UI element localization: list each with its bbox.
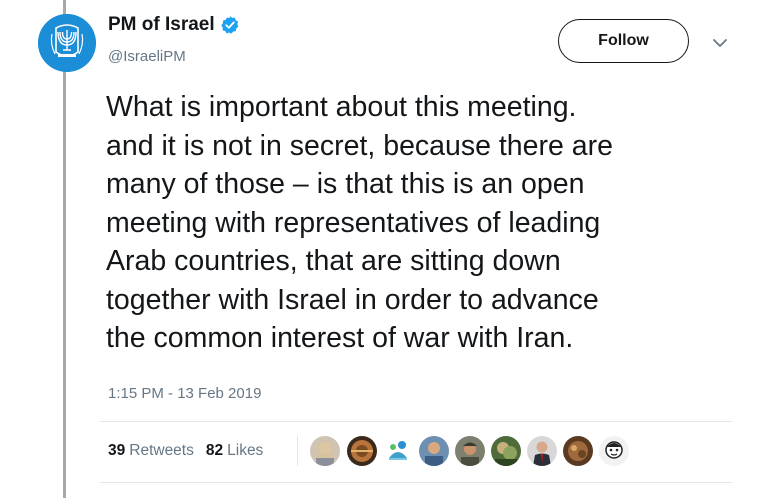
- likes-stat[interactable]: 82 Likes: [206, 442, 263, 460]
- tweet-text: What is important about this meeting. an…: [106, 88, 746, 358]
- tweet-text-line: and it is not in secret, because there a…: [106, 129, 613, 162]
- liker-avatar[interactable]: [563, 436, 593, 466]
- likes-count: 82: [205, 442, 224, 459]
- tweet-timestamp[interactable]: 1:15 PM - 13 Feb 2019: [108, 385, 261, 402]
- menorah-emblem-icon: [38, 14, 96, 72]
- liker-avatar[interactable]: [599, 436, 629, 466]
- display-name[interactable]: PM of Israel: [108, 14, 215, 36]
- retweets-label: Retweets: [129, 442, 194, 459]
- display-name-row[interactable]: PM of Israel: [108, 12, 240, 38]
- retweets-stat[interactable]: 39 Retweets: [108, 442, 194, 460]
- liker-avatar[interactable]: [491, 436, 521, 466]
- liker-avatar[interactable]: [419, 436, 449, 466]
- tweet-text-line: What is important about this meeting.: [106, 91, 577, 123]
- retweets-count: 39: [108, 442, 126, 459]
- likes-label: Likes: [227, 442, 264, 459]
- liker-avatar[interactable]: [310, 436, 340, 466]
- stats-bottom-divider: [100, 482, 732, 483]
- account-handle[interactable]: @IsraeliPM: [108, 48, 186, 65]
- left-border-line: [63, 0, 66, 498]
- liker-avatar[interactable]: [347, 436, 377, 466]
- chevron-down-icon[interactable]: [711, 34, 729, 52]
- tweet-text-line: Arab countries, that are sitting down: [106, 245, 561, 277]
- tweet-stats: 39 Retweets 82 Likes: [108, 442, 263, 460]
- tweet-text-line: the common interest of war with Iran.: [106, 322, 574, 354]
- tweet-text-line: many of those – is that this is an open: [106, 168, 585, 200]
- stats-separator: [297, 436, 298, 466]
- follow-button[interactable]: Follow: [558, 19, 689, 63]
- account-avatar[interactable]: [38, 14, 96, 72]
- tweet-text-line: meeting with representatives of leading: [106, 206, 601, 239]
- tweet-text-line: together with Israel in order to advance: [106, 283, 599, 316]
- verified-badge-icon: [220, 16, 238, 34]
- stats-top-divider: [100, 421, 732, 422]
- liker-avatar[interactable]: [383, 436, 413, 466]
- liker-avatar[interactable]: [455, 436, 485, 466]
- liker-avatar[interactable]: [527, 436, 557, 466]
